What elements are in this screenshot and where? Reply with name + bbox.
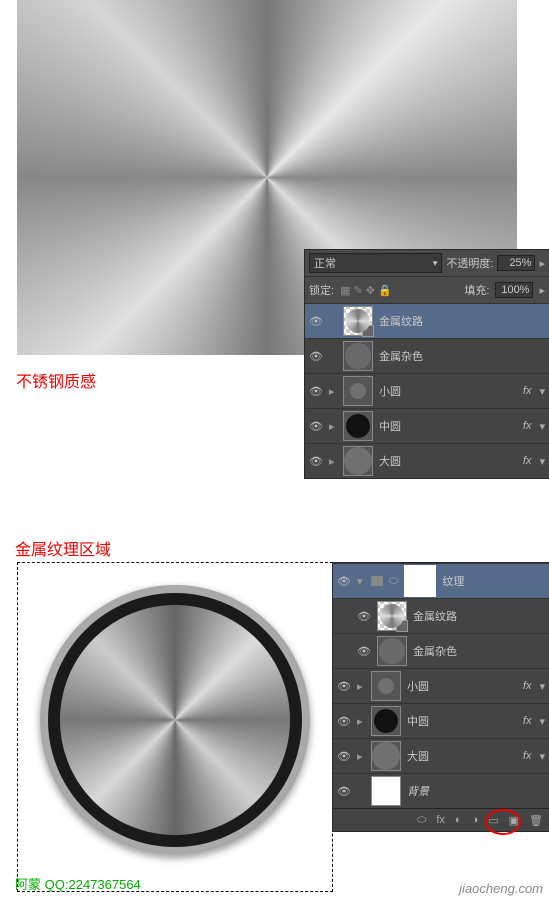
layer-group-row[interactable]: 👁 ▾ ⬭ 纹理 <box>333 563 549 598</box>
opacity-slider-icon[interactable]: ▸ <box>539 257 545 270</box>
folder-icon <box>371 576 383 586</box>
visibility-icon[interactable]: 👁 <box>309 350 323 363</box>
fx-badge[interactable]: fx <box>523 420 532 432</box>
layer-thumbnail[interactable] <box>371 706 401 736</box>
layer-row[interactable]: 👁 金属杂色 <box>333 633 549 668</box>
visibility-icon[interactable]: 👁 <box>309 455 323 468</box>
visibility-icon[interactable]: 👁 <box>309 385 323 398</box>
blend-toolbar: 正常 ▾ 不透明度: 25% ▸ <box>305 250 549 276</box>
watermark: jiaocheng.com <box>459 881 543 896</box>
chevron-down-icon[interactable]: ▾ <box>539 385 545 398</box>
lock-icons[interactable]: ▦ ✎ ✥ 🔒 <box>340 284 392 297</box>
expand-icon[interactable]: ▸ <box>357 750 365 763</box>
lock-toolbar: 锁定: ▦ ✎ ✥ 🔒 填充: 100% ▸ <box>305 276 549 303</box>
layer-thumbnail[interactable] <box>343 306 373 336</box>
chevron-down-icon[interactable]: ▾ <box>539 680 545 693</box>
layer-thumbnail[interactable] <box>343 341 373 371</box>
layer-name[interactable]: 大圆 <box>379 453 517 469</box>
layers-panel-1: 正常 ▾ 不透明度: 25% ▸ 锁定: ▦ ✎ ✥ 🔒 填充: 100% ▸ … <box>305 250 549 478</box>
fill-input[interactable]: 100% <box>495 282 533 298</box>
author-credit: 阿蒙 QQ:2247367564 <box>15 874 141 893</box>
group-name[interactable]: 纹理 <box>442 573 545 589</box>
expand-icon[interactable]: ▸ <box>357 680 365 693</box>
layer-row[interactable]: 👁 金属纹路 <box>305 303 549 338</box>
blend-mode-value: 正常 <box>314 255 336 271</box>
layer-thumbnail[interactable] <box>371 671 401 701</box>
layer-thumbnail[interactable] <box>377 636 407 666</box>
new-layer-icon[interactable]: ▣ <box>509 814 519 827</box>
blend-mode-select[interactable]: 正常 ▾ <box>309 253 442 273</box>
layer-name[interactable]: 金属纹路 <box>413 608 545 624</box>
link-layers-icon[interactable]: ⬭ <box>417 814 426 827</box>
opacity-label: 不透明度: <box>446 255 493 271</box>
layer-thumbnail[interactable] <box>377 601 407 631</box>
layer-thumbnail[interactable] <box>343 446 373 476</box>
metal-dial-preview <box>40 585 310 855</box>
expand-icon[interactable]: ▸ <box>329 455 337 468</box>
expand-icon[interactable]: ▸ <box>329 420 337 433</box>
fx-badge[interactable]: fx <box>523 750 532 762</box>
opacity-input[interactable]: 25% <box>497 255 535 271</box>
caption-region: 金属纹理区域 <box>15 536 111 560</box>
lock-label: 锁定: <box>309 282 334 298</box>
panel-statusbar: ⬭ fx ◐ ◑ ▭ ▣ 🗑 <box>333 808 549 831</box>
chevron-down-icon[interactable]: ▾ <box>539 420 545 433</box>
fx-badge[interactable]: fx <box>523 715 532 727</box>
fx-badge[interactable]: fx <box>523 680 532 692</box>
layer-name[interactable]: 背景 <box>407 783 545 799</box>
layer-thumbnail[interactable] <box>371 741 401 771</box>
fx-badge[interactable]: fx <box>523 455 532 467</box>
layer-row[interactable]: 👁 ▸ 大圆 fx ▾ <box>305 443 549 478</box>
mask-thumbnail[interactable] <box>404 565 436 597</box>
layer-row[interactable]: 👁 ▸ 中圆 fx ▾ <box>305 408 549 443</box>
link-icon: ⬭ <box>389 575 398 588</box>
delete-icon[interactable]: 🗑 <box>529 814 543 827</box>
visibility-icon[interactable]: 👁 <box>337 680 351 693</box>
layers-panel-2: 👁 ▾ ⬭ 纹理 👁 金属纹路 👁 金属杂色 👁 ▸ 小圆 fx ▾ 👁 <box>333 563 549 831</box>
expand-icon[interactable]: ▸ <box>357 715 365 728</box>
layer-row[interactable]: 👁 ▸ 大圆 fx ▾ <box>333 738 549 773</box>
layer-name[interactable]: 中圆 <box>379 418 517 434</box>
expand-icon[interactable]: ▾ <box>357 575 365 588</box>
layer-name[interactable]: 大圆 <box>407 748 517 764</box>
layers-list-1: 👁 金属纹路 👁 金属杂色 👁 ▸ 小圆 fx ▾ 👁 ▸ 中圆 fx ▾ <box>305 303 549 478</box>
fx-badge[interactable]: fx <box>523 385 532 397</box>
layers-list-2: 👁 ▾ ⬭ 纹理 👁 金属纹路 👁 金属杂色 👁 ▸ 小圆 fx ▾ 👁 <box>333 563 549 808</box>
visibility-icon[interactable]: 👁 <box>309 420 323 433</box>
chevron-down-icon: ▾ <box>433 258 438 269</box>
layer-name[interactable]: 金属杂色 <box>379 348 545 364</box>
expand-icon[interactable]: ▸ <box>329 385 337 398</box>
new-group-icon[interactable]: ▭ <box>488 814 498 827</box>
visibility-icon[interactable]: 👁 <box>337 785 351 798</box>
layer-row[interactable]: 👁 ▸ 小圆 fx ▾ <box>305 373 549 408</box>
layer-row[interactable]: 👁 金属杂色 <box>305 338 549 373</box>
fx-menu-icon[interactable]: fx <box>436 814 445 826</box>
visibility-icon[interactable]: 👁 <box>357 645 371 658</box>
chevron-down-icon[interactable]: ▾ <box>539 715 545 728</box>
visibility-icon[interactable]: 👁 <box>337 715 351 728</box>
layer-name[interactable]: 小圆 <box>407 678 517 694</box>
layer-name[interactable]: 中圆 <box>407 713 517 729</box>
layer-row[interactable]: 👁 ▸ 小圆 fx ▾ <box>333 668 549 703</box>
layer-thumbnail[interactable] <box>343 411 373 441</box>
layer-name[interactable]: 金属杂色 <box>413 643 545 659</box>
layer-name[interactable]: 小圆 <box>379 383 517 399</box>
mask-icon[interactable]: ◐ <box>455 814 462 826</box>
fill-slider-icon[interactable]: ▸ <box>539 284 545 297</box>
layer-name[interactable]: 金属纹路 <box>379 313 545 329</box>
chevron-down-icon[interactable]: ▾ <box>539 750 545 763</box>
layer-thumbnail[interactable] <box>371 776 401 806</box>
layer-row[interactable]: 👁 金属纹路 <box>333 598 549 633</box>
visibility-icon[interactable]: 👁 <box>309 315 323 328</box>
chevron-down-icon[interactable]: ▾ <box>539 455 545 468</box>
layer-row[interactable]: 👁 ▸ 中圆 fx ▾ <box>333 703 549 738</box>
adjustment-icon[interactable]: ◑ <box>472 814 479 826</box>
layer-thumbnail[interactable] <box>343 376 373 406</box>
visibility-icon[interactable]: 👁 <box>337 575 351 588</box>
caption-steel: 不锈钢质感 <box>16 368 96 392</box>
fill-label: 填充: <box>464 282 489 298</box>
visibility-icon[interactable]: 👁 <box>337 750 351 763</box>
layer-row[interactable]: 👁 背景 <box>333 773 549 808</box>
visibility-icon[interactable]: 👁 <box>357 610 371 623</box>
